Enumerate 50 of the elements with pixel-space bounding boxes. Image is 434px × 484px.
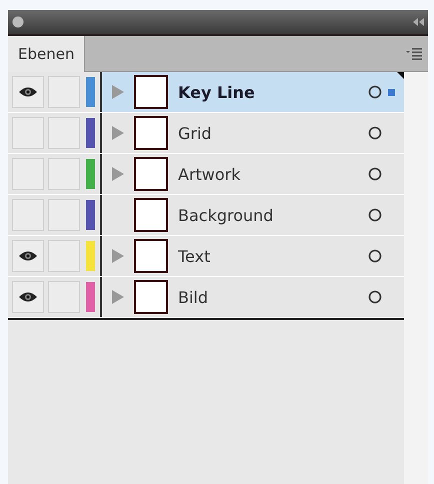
layer-row[interactable]: Bild (8, 277, 404, 318)
layer-thumbnail (134, 280, 168, 314)
lock-toggle[interactable] (48, 158, 80, 190)
visibility-toggle[interactable] (12, 199, 44, 231)
eye-icon (18, 86, 38, 98)
lock-toggle[interactable] (48, 117, 80, 149)
layer-row[interactable]: Key Line (8, 72, 404, 113)
layer-name[interactable]: Text (178, 246, 368, 266)
corner-triangle-icon (397, 72, 404, 79)
layer-row[interactable]: Grid (8, 113, 404, 154)
layer-row[interactable]: Artwork (8, 154, 404, 195)
expand-triangle-icon[interactable] (112, 85, 124, 99)
expand-triangle-icon[interactable] (112, 126, 124, 140)
layer-name[interactable]: Bild (178, 288, 368, 306)
expand-triangle-icon[interactable] (112, 290, 124, 304)
layers-tab[interactable]: Ebenen (8, 36, 84, 72)
target-circle-icon[interactable] (368, 126, 382, 140)
panel-menu-icon[interactable] (406, 48, 422, 60)
visibility-toggle[interactable] (12, 158, 44, 190)
lock-toggle[interactable] (48, 281, 80, 313)
layer-row[interactable]: Background (8, 195, 404, 236)
target-circle-icon[interactable] (368, 85, 382, 99)
lock-toggle[interactable] (48, 240, 80, 272)
layer-name[interactable]: Grid (178, 124, 368, 142)
visibility-toggle[interactable] (12, 117, 44, 149)
visibility-toggle[interactable] (12, 281, 44, 313)
layer-name[interactable]: Background (178, 206, 368, 224)
layer-thumbnail (134, 116, 168, 150)
layer-thumbnail (134, 157, 168, 191)
layer-name[interactable]: Artwork (178, 164, 368, 184)
scrollbar-track[interactable] (404, 72, 428, 484)
expand-triangle-icon[interactable] (112, 249, 124, 263)
eye-icon (18, 250, 38, 262)
lock-toggle[interactable] (48, 199, 80, 231)
close-icon[interactable] (12, 16, 24, 28)
lock-toggle[interactable] (48, 76, 80, 108)
collapse-icon[interactable] (412, 18, 424, 26)
visibility-toggle[interactable] (12, 76, 44, 108)
layer-thumbnail (134, 75, 168, 109)
layer-row[interactable]: Text (8, 236, 404, 277)
selection-square[interactable] (388, 88, 395, 96)
target-circle-icon[interactable] (368, 167, 382, 181)
layer-thumbnail (134, 198, 168, 232)
expand-triangle-icon[interactable] (112, 167, 124, 181)
eye-icon (18, 291, 38, 303)
target-circle-icon[interactable] (368, 249, 382, 263)
layer-thumbnail (134, 239, 168, 273)
target-circle-icon[interactable] (368, 290, 382, 304)
target-circle-icon[interactable] (368, 208, 382, 222)
visibility-toggle[interactable] (12, 240, 44, 272)
